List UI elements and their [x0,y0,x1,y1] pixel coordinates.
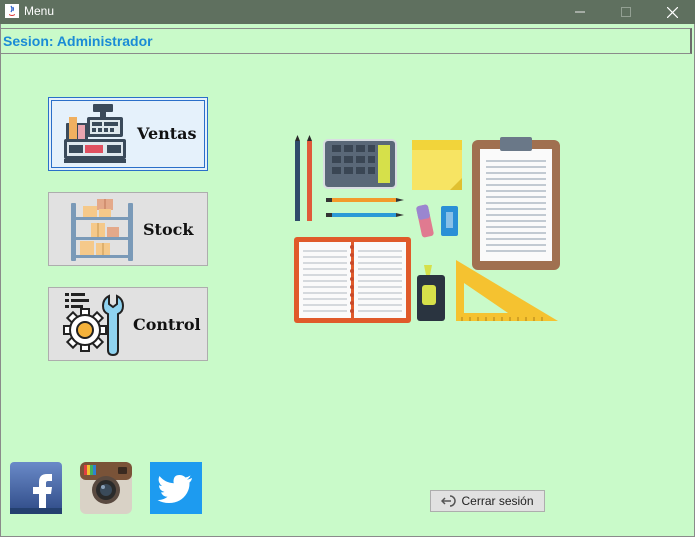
java-app-icon [5,4,19,18]
session-label: Sesion: Administrador [3,33,153,49]
close-icon [666,6,678,18]
twitter-button[interactable] [150,462,202,514]
stock-label: Stock [143,220,194,239]
logout-label: Cerrar sesión [461,494,534,508]
ventas-label: Ventas [137,124,197,143]
logout-button[interactable]: Cerrar sesión [430,490,545,512]
warehouse-shelf-icon [71,199,133,261]
window-titlebar[interactable]: Menu [0,0,695,24]
instagram-icon [80,462,132,514]
control-button[interactable]: Control [48,287,208,361]
maximize-button[interactable] [603,0,649,24]
maximize-icon [621,7,631,17]
logout-icon [441,495,457,507]
office-supplies-illustration [294,135,560,323]
gear-wrench-icon [63,293,125,357]
ventas-button[interactable]: Ventas [48,97,208,171]
minimize-button[interactable] [557,0,603,24]
twitter-icon [150,462,202,514]
window-title: Menu [24,4,55,18]
session-bar: Sesion: Administrador [0,28,692,54]
minimize-icon [575,11,585,13]
control-label: Control [133,315,201,334]
close-button[interactable] [649,0,695,24]
cash-register-icon [64,104,126,163]
facebook-button[interactable] [10,462,62,514]
facebook-icon [10,462,62,514]
window-border-left [0,24,1,537]
stock-button[interactable]: Stock [48,192,208,266]
instagram-button[interactable] [80,462,132,514]
